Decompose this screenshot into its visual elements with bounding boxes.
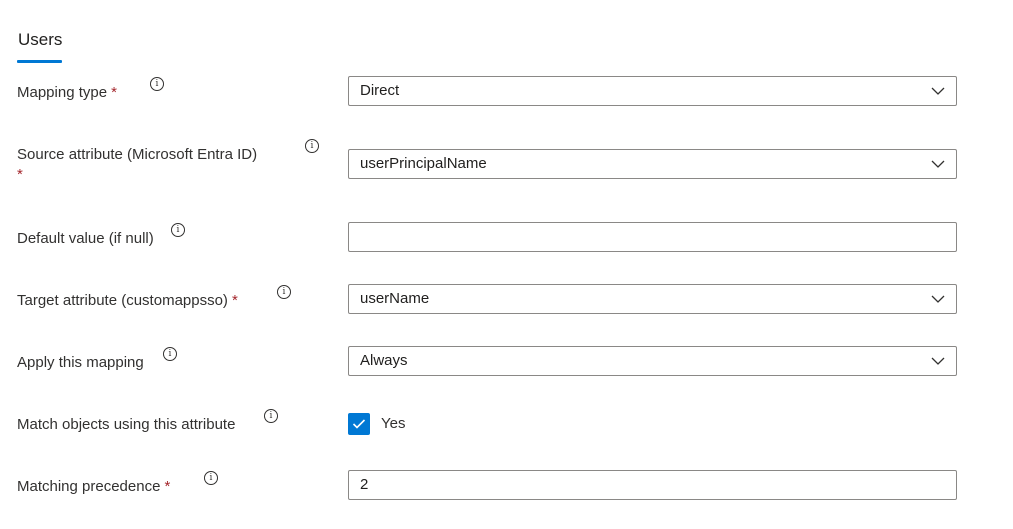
match-objects-checkbox-label[interactable]: Yes [381,415,405,432]
target-attribute-label-text: Target attribute (customappsso) [17,292,228,309]
target-attribute-value: userName [360,290,430,307]
required-marker: * [111,84,117,101]
matching-precedence-label: Matching precedence * [17,477,170,497]
mapping-type-value: Direct [360,82,400,99]
info-icon[interactable]: i [204,471,218,485]
target-attribute-dropdown[interactable]: userName [348,284,957,314]
match-objects-label: Match objects using this attribute [17,416,236,433]
required-marker: * [231,292,238,309]
chevron-down-icon [931,87,945,95]
chevron-down-icon [931,357,945,365]
info-icon[interactable]: i [150,77,164,91]
target-attribute-label: Target attribute (customappsso) * [17,291,238,311]
chevron-down-icon [931,295,945,303]
mapping-type-label: Mapping type * [17,83,117,103]
checkmark-icon [352,419,366,429]
source-attribute-value: userPrincipalName [360,155,487,172]
apply-mapping-dropdown[interactable]: Always [348,346,957,376]
apply-mapping-label: Apply this mapping [17,354,144,371]
source-attribute-label: Source attribute (Microsoft Entra ID) [17,146,258,163]
chevron-down-icon [931,160,945,168]
tab-users[interactable]: Users [18,30,62,50]
info-icon[interactable]: i [264,409,278,423]
apply-mapping-value: Always [360,352,408,369]
default-value-input[interactable] [348,222,957,252]
default-value-label: Default value (if null) [17,230,154,247]
info-icon[interactable]: i [163,347,177,361]
match-objects-checkbox[interactable] [348,413,370,435]
matching-precedence-label-text: Matching precedence [17,478,161,495]
required-marker: * [164,478,171,495]
mapping-type-label-text: Mapping type [17,84,108,101]
info-icon[interactable]: i [277,285,291,299]
mapping-type-dropdown[interactable]: Direct [348,76,957,106]
source-attribute-dropdown[interactable]: userPrincipalName [348,149,957,179]
info-icon[interactable]: i [305,139,319,153]
matching-precedence-value: 2 [360,476,369,493]
tab-active-indicator [17,60,62,63]
info-icon[interactable]: i [171,223,185,237]
matching-precedence-input[interactable]: 2 [348,470,957,500]
required-marker: * [17,166,23,183]
